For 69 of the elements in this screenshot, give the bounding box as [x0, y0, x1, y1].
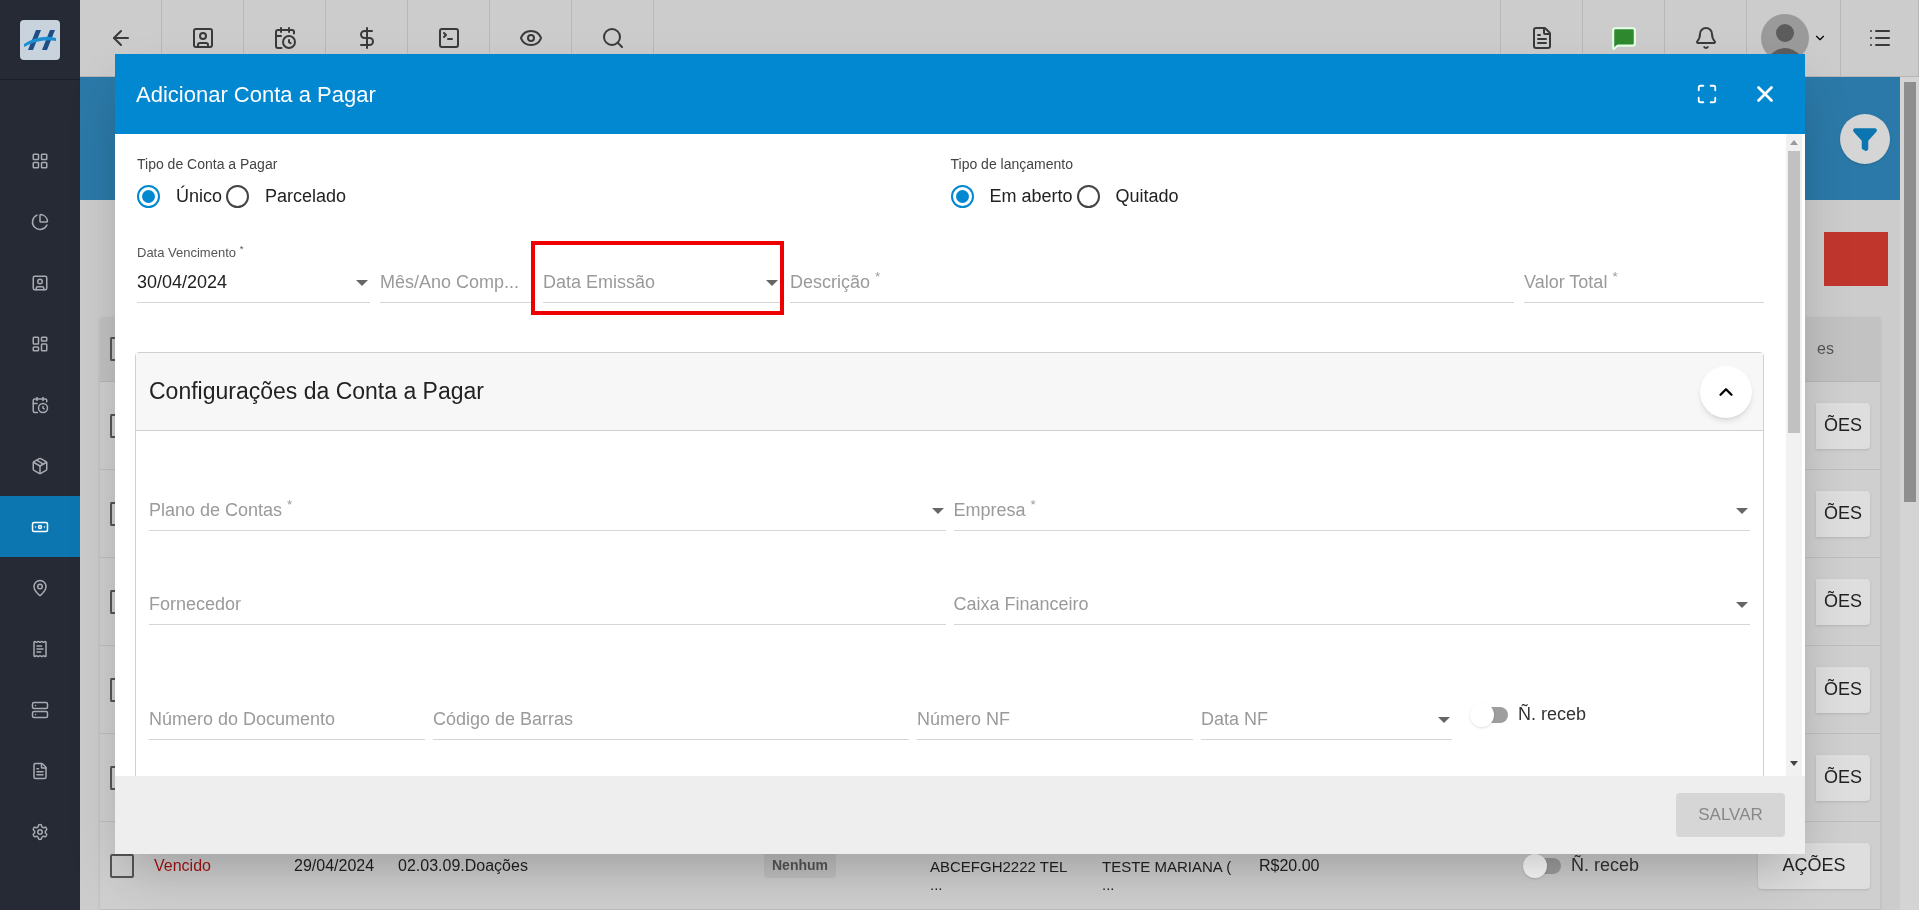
search-icon: [600, 26, 625, 50]
input-field[interactable]: Valor Total $^{*}$: [1524, 247, 1764, 303]
radio-option[interactable]: Único: [137, 183, 223, 210]
dropdown-caret-icon: [1438, 716, 1450, 723]
grid-icon: [31, 151, 49, 170]
dialog-title: Adicionar Conta a Pagar: [136, 80, 377, 109]
calendar-clock-icon: [31, 395, 49, 414]
dropdown-field[interactable]: Data Emissão: [543, 247, 780, 303]
radio-group-label: Tipo de Conta a Pagar: [137, 155, 279, 174]
actions-button[interactable]: ÕES: [1816, 578, 1870, 625]
actions-button[interactable]: ÕES: [1816, 402, 1870, 449]
actions-button[interactable]: ÕES: [1816, 754, 1870, 801]
dropdown-caret-icon: [931, 507, 944, 514]
dropdown-field[interactable]: Caixa Financeiro: [953, 569, 1750, 625]
radio-option[interactable]: Parcelado: [226, 183, 347, 210]
actions-button[interactable]: ÕES: [1816, 666, 1870, 713]
box-icon: [31, 456, 49, 475]
fullscreen-icon: [1696, 83, 1718, 105]
actions-button[interactable]: ÕES: [1816, 490, 1870, 537]
input-field[interactable]: Código de Barras: [433, 684, 909, 740]
date-text: 29/04/2024: [294, 855, 376, 876]
radio-option[interactable]: Quitado: [1076, 183, 1179, 210]
calendar-clock-icon: [272, 26, 297, 50]
scroll-down-arrow-icon[interactable]: [1790, 761, 1798, 766]
column-header: es: [1817, 339, 1834, 359]
server-icon: [31, 700, 49, 719]
dropdown-field[interactable]: Empresa $^{*}$: [953, 475, 1750, 531]
fullscreen-button[interactable]: [1696, 83, 1718, 105]
table-cell-text: ...: [1102, 875, 1116, 894]
panel-title: Configurações da Conta a Pagar: [149, 377, 485, 407]
table-cell-text: TESTE MARIANA (: [1102, 857, 1233, 876]
input-field[interactable]: Descrição $^{*}$: [790, 247, 1514, 303]
radio-option[interactable]: Em aberto: [950, 183, 1073, 210]
pie-chart-icon: [31, 212, 49, 231]
settings-icon: [31, 822, 49, 841]
value-text: R$20.00: [1259, 855, 1321, 876]
map-pin-icon: [31, 578, 49, 597]
table-cell-text: ABCEFGH2222 TEL: [930, 857, 1069, 876]
input-field[interactable]: Número do Documento: [149, 684, 425, 740]
dropdown-caret-icon: [1736, 601, 1748, 608]
dropdown-field[interactable]: Data NF: [1201, 684, 1452, 740]
dropdown-caret-icon: [1736, 507, 1748, 514]
logo-icon: [20, 19, 60, 60]
input-field[interactable]: Fornecedor: [149, 569, 946, 625]
dropdown-caret-icon: [356, 279, 368, 286]
tag: Nenhum: [764, 853, 836, 878]
toggle-label: Ñ. receb: [1518, 703, 1587, 726]
dropdown-caret-icon: [766, 279, 778, 286]
board-icon: [31, 334, 49, 353]
scroll-up-arrow-icon[interactable]: [1790, 140, 1798, 145]
input-field[interactable]: Mês/Ano Comp...: [380, 247, 533, 303]
scrollbar-thumb[interactable]: [1903, 82, 1916, 502]
contact-card-icon: [190, 26, 215, 50]
table-cell-text: ...: [930, 875, 944, 894]
bell-icon: [1693, 26, 1718, 50]
radio-group-label: Tipo de lançamento: [950, 155, 1074, 174]
receipt-icon: [31, 639, 49, 658]
contact-card-icon: [31, 273, 49, 292]
dropdown-field[interactable]: Plano de Contas $^{*}$: [149, 475, 946, 531]
account-text: 02.03.09.Doações: [398, 855, 529, 876]
status-text: Vencido: [154, 855, 212, 876]
toggle-label: Ñ. receb: [1571, 854, 1640, 877]
terminal-icon: [436, 26, 461, 50]
input-field[interactable]: Número NF: [917, 684, 1193, 740]
scrollbar-thumb[interactable]: [1788, 151, 1800, 433]
filter-icon: [1852, 125, 1878, 152]
dropdown-field[interactable]: Data Vencimento $^{*}$ 30/04/2024: [137, 247, 370, 303]
file-icon: [31, 761, 49, 780]
filter-button[interactable]: [1840, 113, 1890, 164]
